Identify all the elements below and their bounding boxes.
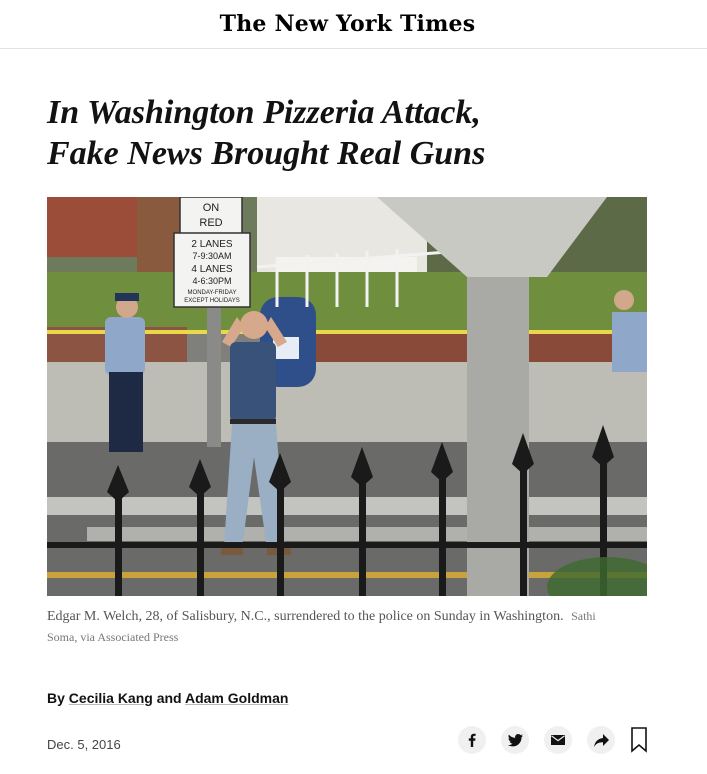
sign-lanes-5: MONDAY-FRIDAY [188, 290, 237, 296]
more-share-button[interactable] [587, 726, 615, 754]
byline-conjunction: and [156, 690, 182, 706]
share-icon [593, 733, 609, 747]
facebook-share-button[interactable] [458, 726, 486, 754]
sign-lanes-1: 2 LANES [191, 239, 232, 250]
facebook-icon [468, 733, 476, 747]
byline-prefix: By [47, 690, 65, 706]
sign-lanes-2: 7-9:30AM [192, 251, 231, 261]
article-photo: ON RED 2 LANES 7-9:30AM 4 LANES 4-6:30PM… [47, 197, 647, 596]
sign-red: RED [199, 217, 222, 229]
nyt-logo[interactable]: The New York Times [220, 11, 476, 37]
publish-date: Dec. 5, 2016 [47, 737, 121, 752]
byline: By Cecilia Kang and Adam Goldman [47, 690, 288, 706]
author-link-1[interactable]: Cecilia Kang [69, 690, 153, 706]
caption-text: Edgar M. Welch, 28, of Salisbury, N.C., … [47, 609, 564, 624]
sign-lanes-4: 4-6:30PM [192, 276, 231, 286]
headline: In Washington Pizzeria Attack, Fake News… [47, 92, 647, 174]
author-link-2[interactable]: Adam Goldman [185, 690, 288, 706]
bookmark-icon[interactable] [631, 727, 647, 753]
share-tools [458, 726, 647, 754]
sign-lanes-3: 4 LANES [191, 264, 232, 275]
sign-lanes-6: EXCEPT HOLIDAYS [184, 298, 239, 304]
sign-on: ON [203, 202, 220, 214]
headline-line-1: In Washington Pizzeria Attack, [47, 94, 481, 131]
twitter-icon [507, 733, 523, 746]
headline-line-2: Fake News Brought Real Guns [47, 135, 486, 172]
masthead: The New York Times [0, 0, 707, 49]
email-share-button[interactable] [544, 726, 572, 754]
photo-scene: ON RED 2 LANES 7-9:30AM 4 LANES 4-6:30PM… [47, 197, 647, 596]
email-icon [551, 735, 565, 745]
twitter-share-button[interactable] [501, 726, 529, 754]
photo-caption: Edgar M. Welch, 28, of Salisbury, N.C., … [47, 606, 607, 648]
